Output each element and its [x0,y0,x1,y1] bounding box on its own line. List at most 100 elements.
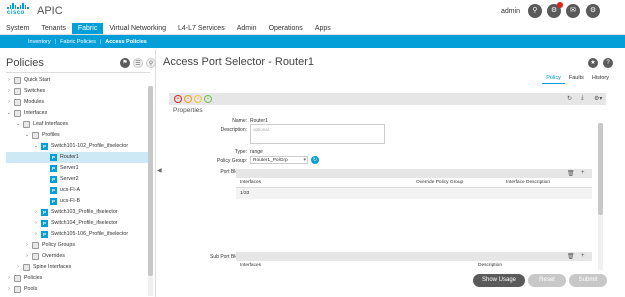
tab-fabric[interactable]: Fabric [71,23,104,34]
tree-item[interactable]: › Spine Interfaces [6,262,148,273]
add-icon[interactable]: + [581,253,585,259]
profile-icon: P [41,220,48,227]
help-icon[interactable]: ? [603,58,613,68]
tree-item-label: Profiles [42,132,60,138]
tree-item[interactable]: P Server2 [6,174,148,185]
tab-apps[interactable]: Apps [309,23,337,34]
show-usage-button[interactable]: Show Usage [473,274,525,287]
chevron-right-icon[interactable]: › [33,218,39,229]
content-scrollbar[interactable] [598,123,603,270]
tab-l4-l7-services[interactable]: L4-L7 Services [172,23,231,34]
quick-start-icon[interactable]: ⚑ [120,58,130,68]
subtab-fabric-policies[interactable]: Fabric Policies [56,39,100,45]
tab-virtual-networking[interactable]: Virtual Networking [103,23,172,34]
main-nav: System Tenants Fabric Virtual Networking L4-… [0,23,625,35]
chevron-down-icon[interactable]: ⌄ [6,108,12,119]
tree-scrollbar[interactable] [148,86,153,296]
collapse-pane-icon[interactable]: ◀ [157,167,162,174]
tab-policy[interactable]: Policy [542,74,565,84]
tab-history[interactable]: History [588,74,613,84]
delete-icon[interactable]: 🗑 [567,170,575,177]
sub-port-blocks-table: 🗑 + Interfaces Description [236,252,592,271]
tab-tenants[interactable]: Tenants [35,23,72,34]
tree-item-label: Quick Start [24,77,51,83]
chevron-down-icon[interactable]: ⌄ [15,119,21,130]
tree-item[interactable]: Pucs-FI-B [6,196,148,207]
chevron-right-icon[interactable]: › [6,75,12,86]
chevron-right-icon[interactable]: › [24,251,30,262]
tab-faults[interactable]: Faults [565,74,588,84]
tree-item[interactable]: ⌄ Profiles [6,130,148,141]
tree-item[interactable]: › Policy Groups [6,240,148,251]
tree-item-label: Interfaces [24,110,48,116]
tree-item-label: Router1 [60,154,79,160]
settings-icon[interactable]: ⚙ [586,4,600,18]
delete-icon[interactable]: 🗑 [567,253,575,260]
tree-item[interactable]: › P Switch105-106_Profile_ifselector [6,229,148,240]
chevron-right-icon[interactable]: › [24,240,30,251]
subtab-inventory[interactable]: Inventory [24,39,55,45]
warning-fault-icon[interactable]: • [204,95,212,103]
tree-item[interactable]: ⌄ Leaf Interfaces [6,119,148,130]
chevron-right-icon[interactable]: › [6,86,12,97]
chevron-right-icon[interactable]: › [6,97,12,108]
refresh-icon[interactable]: ↻ [567,95,572,102]
open-policy-group-icon[interactable]: ↻ [311,156,319,164]
folder-icon [14,110,21,117]
sub-nav: Inventory | Fabric Policies | Access Policie… [0,35,625,48]
tree-item[interactable]: P Router1 [6,152,148,163]
work-pane: Access Port Selector - Router1 ★ ? Polic… [163,50,625,297]
tree-item[interactable]: Pucs-FI-A [6,185,148,196]
tree-item[interactable]: › P Switch103_Profile_ifselector [6,207,148,218]
description-field[interactable]: optional [250,124,385,144]
tree-item[interactable]: › Pools [6,284,148,295]
tree-item-label: Modules [24,99,45,105]
tree-item-label: Spine Interfaces [33,264,72,270]
chevron-right-icon[interactable]: › [33,229,39,240]
actions-menu-icon[interactable]: ⚙▾ [594,95,602,102]
feedback-icon[interactable]: ✉ [566,4,580,18]
tree-item[interactable]: › Policies [6,273,148,284]
chevron-down-icon[interactable]: ⌄ [33,141,39,152]
folder-icon [14,77,21,84]
search-icon[interactable]: ⚲ [528,4,542,18]
user-menu[interactable]: admin [501,8,520,15]
tab-admin[interactable]: Admin [231,23,263,34]
tree-item[interactable]: ⌄ P Switch101-102_Profile_ifselector [6,141,148,152]
bookmark-icon[interactable]: ★ [588,58,598,68]
reset-button[interactable]: Reset [528,274,566,287]
major-fault-icon[interactable]: • [184,95,192,103]
tree-item[interactable]: › Switches [6,86,148,97]
policy-group-select[interactable]: Router1_PolGrp ▾ [250,156,308,164]
download-icon[interactable]: ⤓ [581,95,584,102]
tab-operations[interactable]: Operations [263,23,309,34]
folder-icon [23,264,30,271]
top-header: cisco APIC admin ⚲ ⚙ ✉ ⚙ [0,0,625,23]
add-icon[interactable]: + [581,170,585,176]
tree-item[interactable]: P Server1 [6,163,148,174]
critical-fault-icon[interactable]: • [174,95,182,103]
tab-system[interactable]: System [0,23,35,34]
search-tree-icon[interactable]: ⚲ [146,58,156,68]
tree-item[interactable]: › Quick Start [6,75,148,86]
submit-button[interactable]: Submit [569,274,607,287]
folder-icon [32,132,39,139]
tree-item[interactable]: › Modules [6,97,148,108]
chevron-down-icon[interactable]: ⌄ [24,130,30,141]
chevron-right-icon[interactable]: › [33,207,39,218]
tree-item-label: Switch105-106_Profile_ifselector [51,231,129,237]
chevron-right-icon[interactable]: › [6,284,12,295]
tree-item-label: Leaf Interfaces [33,121,69,127]
tree-view-icon[interactable]: ☰ [133,58,143,68]
profile-icon: P [50,176,57,183]
alerts-icon[interactable]: ⚙ [547,2,563,18]
tree-item[interactable]: › P Switch104_Profile_ifselector [6,218,148,229]
minor-fault-icon[interactable]: • [194,95,202,103]
profile-icon: P [50,165,57,172]
chevron-right-icon[interactable]: › [6,273,12,284]
chevron-right-icon[interactable]: › [15,262,21,273]
tree-item[interactable]: › Overrides [6,251,148,262]
tree-item[interactable]: ⌄ Interfaces [6,108,148,119]
subtab-access-policies[interactable]: Access Policies [101,39,151,45]
table-row[interactable]: 1/33 [236,188,592,199]
